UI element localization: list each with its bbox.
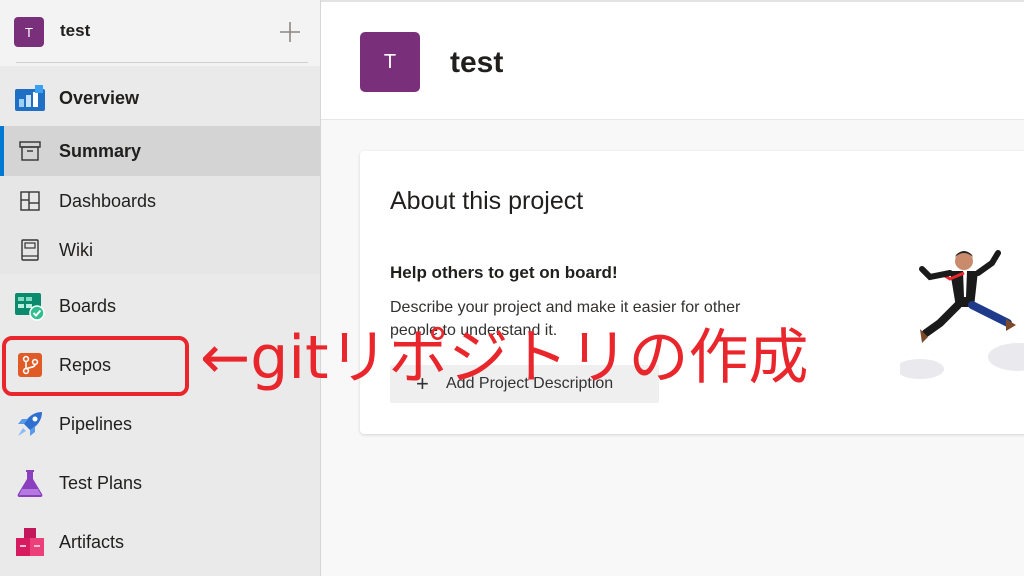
sidebar-item-test-plans[interactable]: Test Plans: [0, 455, 320, 511]
sidebar-item-label: Dashboards: [59, 190, 157, 211]
sidebar-item-overview[interactable]: Overview: [0, 70, 320, 126]
pipelines-rocket-icon: [14, 408, 46, 440]
wiki-book-icon: [14, 234, 46, 266]
dashboard-icon: [14, 185, 46, 217]
page-title: test: [450, 46, 504, 79]
summary-icon: [14, 135, 46, 167]
card-subtitle: Help others to get on board!: [390, 263, 618, 282]
sidebar-item-label: Test Plans: [59, 472, 143, 493]
project-avatar-large: T: [360, 32, 420, 92]
sidebar-item-label: Pipelines: [59, 413, 133, 434]
sidebar-item-label: Boards: [59, 295, 117, 316]
overview-icon: [14, 82, 46, 114]
sidebar-item-summary[interactable]: Summary: [0, 126, 320, 176]
project-name[interactable]: test: [60, 21, 90, 41]
running-person-illustration: [900, 250, 1024, 379]
sidebar-divider: [16, 62, 308, 63]
sidebar-item-label: Summary: [59, 140, 142, 161]
main-content: T test About this project Help others to…: [321, 0, 1024, 576]
sidebar-item-dashboards[interactable]: Dashboards: [0, 176, 320, 226]
sidebar-item-label: Wiki: [59, 239, 93, 260]
sidebar-item-label: Overview: [59, 87, 140, 108]
card-title: About this project: [390, 187, 584, 215]
project-header: T test: [321, 0, 1024, 120]
active-indicator: [0, 126, 4, 176]
sidebar-item-wiki[interactable]: Wiki: [0, 226, 320, 274]
app-window: T test Overview Summary Dashboards Wiki …: [0, 0, 1024, 576]
artifacts-icon: [14, 526, 46, 558]
test-plans-flask-icon: [14, 467, 46, 499]
sidebar-item-pipelines[interactable]: Pipelines: [0, 396, 320, 452]
sidebar-item-artifacts[interactable]: Artifacts: [0, 514, 320, 570]
annotation-text: ←gitリポジトリの作成: [200, 323, 809, 393]
boards-icon: [14, 290, 46, 322]
sidebar-project-header[interactable]: T test: [0, 0, 320, 66]
plus-icon[interactable]: [276, 18, 304, 46]
repos-highlight-annotation: [2, 336, 189, 396]
sidebar-item-label: Artifacts: [59, 531, 125, 552]
project-avatar: T: [14, 17, 44, 47]
sidebar: T test Overview Summary Dashboards Wiki …: [0, 0, 321, 576]
